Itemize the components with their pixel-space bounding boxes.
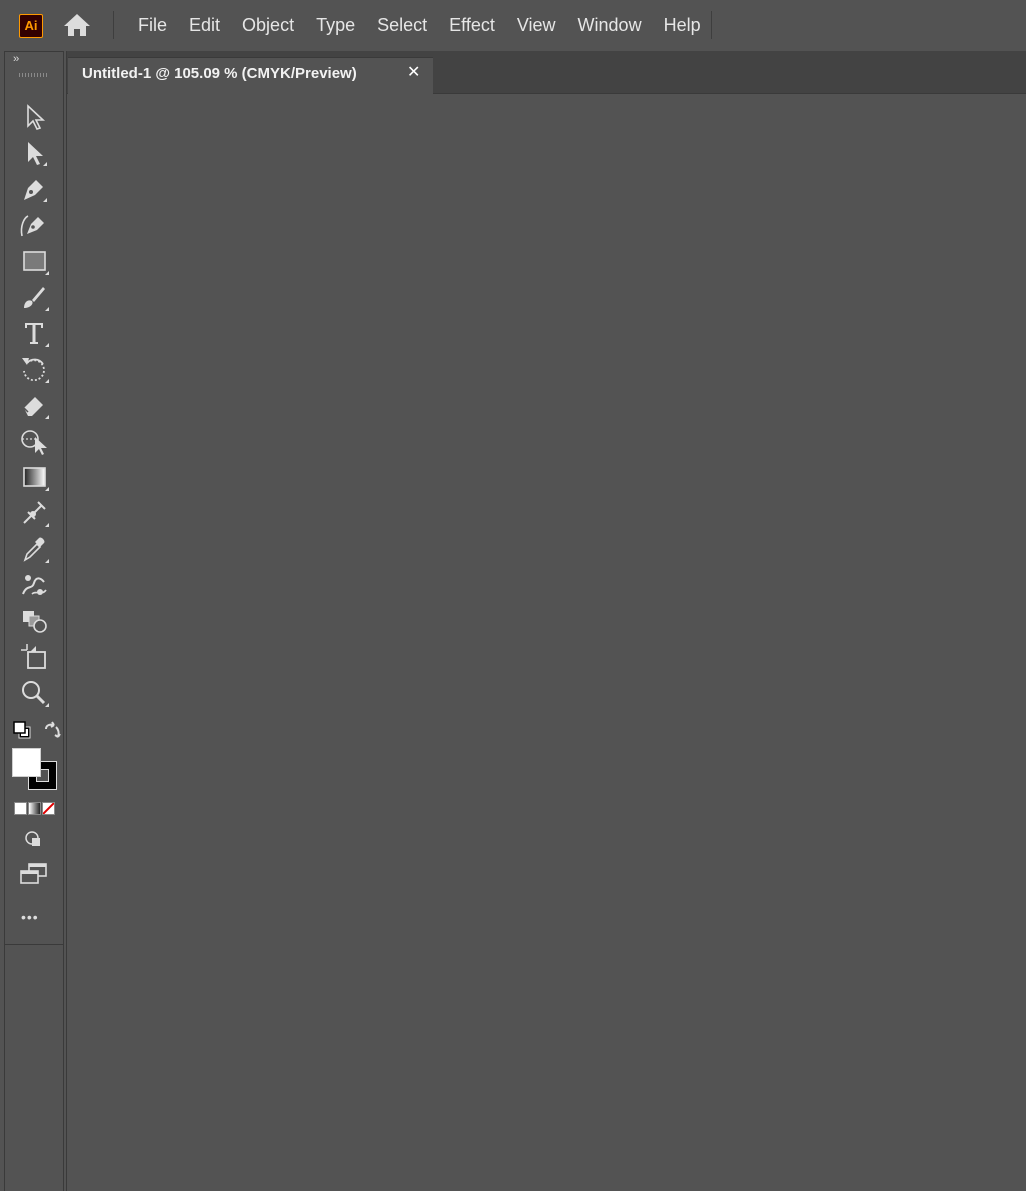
type-tool[interactable] — [18, 318, 50, 348]
draw-mode-icon — [25, 831, 40, 846]
home-button[interactable] — [62, 12, 92, 38]
menu-window[interactable]: Window — [567, 0, 653, 51]
document-area: Untitled-1 @ 105.09 % (CMYK/Preview) ✕ — [66, 51, 1026, 1191]
artboard-tool-icon — [21, 644, 46, 669]
type-tool-icon — [25, 323, 49, 347]
zoom-tool[interactable] — [18, 678, 50, 708]
menu-help[interactable]: Help — [653, 0, 712, 51]
rectangle-tool[interactable] — [18, 246, 50, 276]
curvature-tool-icon — [20, 215, 44, 237]
live-paint-bucket-tool[interactable] — [18, 606, 50, 636]
rectangle-tool-icon — [23, 251, 49, 275]
toolbar-drag-handle[interactable] — [19, 73, 47, 77]
rotate-tool[interactable] — [18, 354, 50, 384]
eyedropper-tool[interactable] — [18, 534, 50, 564]
eyedropper-tool-icon — [23, 537, 49, 563]
width-tool-icon — [23, 501, 49, 527]
menu-bar: Ai File Edit Object Type Select Effect V… — [0, 0, 1026, 51]
menu-effect[interactable]: Effect — [438, 0, 506, 51]
eraser-tool[interactable] — [18, 390, 50, 420]
toolbar-divider — [5, 944, 63, 945]
gradient-tool[interactable] — [18, 462, 50, 492]
document-tab-title: Untitled-1 @ 105.09 % (CMYK/Preview) — [82, 65, 357, 82]
close-tab-button[interactable]: ✕ — [407, 58, 420, 95]
draw-mode-button[interactable] — [22, 829, 46, 851]
screen-mode-button[interactable] — [19, 862, 49, 886]
menu-type[interactable]: Type — [305, 0, 366, 51]
live-paint-tool-icon — [23, 611, 47, 633]
menu-edit[interactable]: Edit — [178, 0, 231, 51]
toolbar-border — [5, 51, 63, 52]
symbol-sprayer-tool-icon — [22, 575, 47, 595]
pen-tool-icon — [24, 180, 47, 202]
menu-object[interactable]: Object — [231, 0, 305, 51]
gradient-tool-icon — [23, 467, 49, 491]
none-slash-icon — [43, 803, 54, 814]
paintbrush-tool-icon — [24, 287, 49, 311]
color-button[interactable] — [14, 802, 27, 815]
screen-mode-icon — [20, 863, 47, 884]
document-tab-bar: Untitled-1 @ 105.09 % (CMYK/Preview) ✕ — [67, 51, 1026, 94]
toolbar-collapse-button[interactable]: ›› — [13, 53, 19, 65]
default-colors-icon — [13, 721, 31, 739]
default-fill-stroke-button[interactable] — [12, 720, 32, 740]
none-button[interactable] — [42, 802, 55, 815]
menu-separator — [113, 11, 114, 39]
selection-tool-icon — [27, 104, 46, 130]
document-tab[interactable]: Untitled-1 @ 105.09 % (CMYK/Preview) ✕ — [68, 57, 433, 94]
menu-file[interactable]: File — [127, 0, 178, 51]
direct-selection-tool-icon — [28, 142, 47, 166]
swap-arrow-icon — [45, 721, 61, 738]
zoom-tool-icon — [22, 681, 49, 707]
direct-selection-tool[interactable] — [18, 138, 50, 168]
home-icon — [64, 14, 90, 36]
fill-swatch[interactable] — [12, 748, 41, 777]
swap-fill-stroke-button[interactable] — [42, 721, 62, 741]
shape-builder-tool[interactable] — [18, 426, 50, 456]
curvature-tool[interactable] — [18, 210, 50, 240]
shape-builder-tool-icon — [21, 430, 47, 455]
menu-separator — [711, 11, 712, 39]
fill-stroke-swatches[interactable] — [12, 748, 60, 792]
eraser-tool-icon — [23, 397, 49, 419]
gradient-button[interactable] — [28, 802, 41, 815]
width-tool[interactable] — [18, 498, 50, 528]
color-mode-buttons — [14, 802, 55, 815]
illustrator-logo: Ai — [19, 14, 43, 38]
menu-items: File Edit Object Type Select Effect View… — [127, 0, 712, 51]
symbol-sprayer-tool[interactable] — [18, 570, 50, 600]
menu-view[interactable]: View — [506, 0, 567, 51]
paintbrush-tool[interactable] — [18, 282, 50, 312]
menu-select[interactable]: Select — [366, 0, 438, 51]
rotate-tool-icon — [22, 358, 49, 383]
artboard-tool[interactable] — [18, 642, 50, 672]
selection-tool[interactable] — [18, 102, 50, 132]
tools-panel: ›› ••• — [4, 51, 64, 1191]
canvas-workspace[interactable] — [67, 94, 1026, 1191]
pen-tool[interactable] — [18, 174, 50, 204]
edit-toolbar-button[interactable]: ••• — [21, 909, 39, 925]
